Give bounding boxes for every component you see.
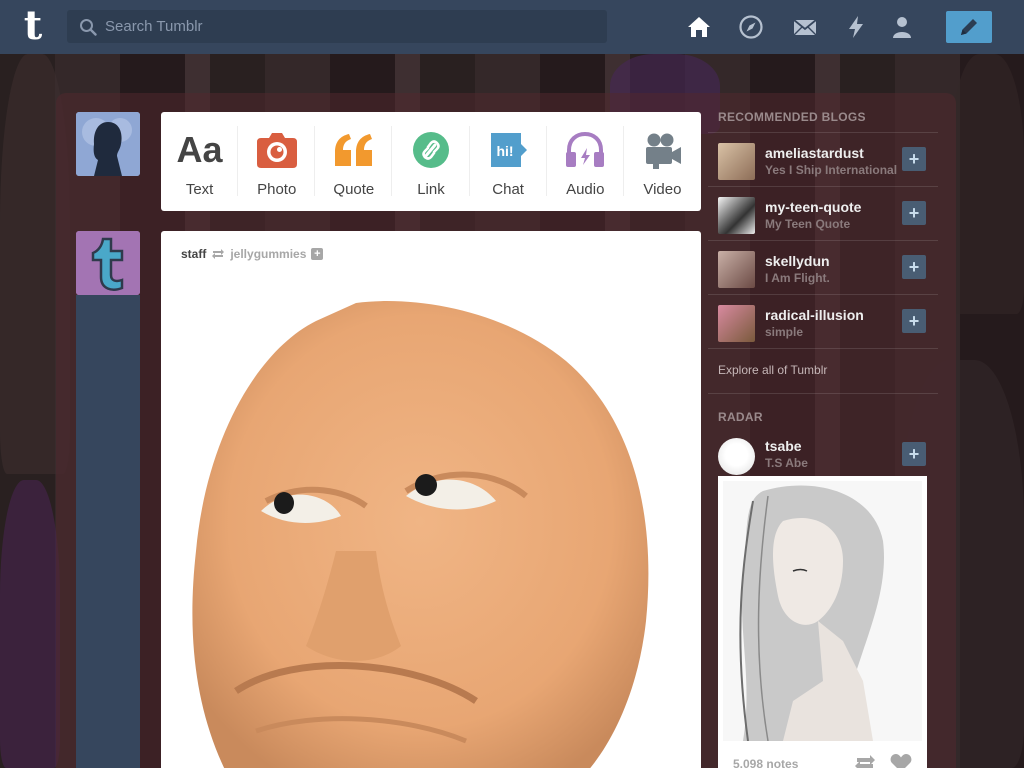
blog-title: My Teen Quote [765, 217, 851, 231]
home-icon[interactable] [686, 14, 712, 40]
blog-name[interactable]: radical-illusion [765, 307, 864, 323]
radar-heading: RADAR [718, 410, 763, 424]
recommended-blogs-heading: RECOMMENDED BLOGS [708, 98, 938, 133]
blog-avatar [718, 197, 755, 234]
post-type-video[interactable]: Video [624, 112, 701, 211]
activity-lightning-icon[interactable] [843, 14, 869, 40]
post-type-photo[interactable]: Photo [238, 112, 316, 211]
post-type-chat[interactable]: hi! Chat [470, 112, 547, 211]
post-type-label: Video [643, 181, 682, 198]
blog-title: Yes I Ship International [765, 163, 898, 177]
user-avatar[interactable] [76, 112, 140, 176]
blog-title: I Am Flight. [765, 271, 830, 285]
inbox-mail-icon[interactable] [792, 14, 818, 40]
post-type-link[interactable]: Link [392, 112, 470, 211]
post-type-label: Audio [566, 181, 605, 198]
radar-blog-row[interactable]: tsabe T.S Abe + [708, 432, 938, 480]
post-type-quote[interactable]: Quote [315, 112, 393, 211]
compose-post-button[interactable] [946, 11, 992, 43]
recommended-blog-row[interactable]: radical-illusion simple + [708, 295, 938, 349]
follow-button[interactable]: + [902, 201, 926, 225]
recommended-blog-row[interactable]: ameliastardust Yes I Ship International … [708, 133, 938, 187]
post-type-text[interactable]: Aa Text [161, 112, 239, 211]
headphones-icon [566, 131, 605, 167]
recommended-blog-row[interactable]: my-teen-quote My Teen Quote + [708, 187, 938, 241]
follow-button[interactable]: + [902, 255, 926, 279]
follow-button[interactable]: + [902, 442, 926, 466]
link-icon [412, 132, 449, 168]
follow-plus-icon[interactable]: + [311, 248, 324, 260]
blog-avatar [718, 143, 755, 180]
radar-post-card[interactable]: 5,098 notes [718, 476, 927, 768]
post-type-label: Quote [333, 181, 375, 198]
explore-all-link[interactable]: Explore all of Tumblr [708, 349, 938, 394]
pencil-icon [961, 19, 977, 35]
post-type-bar: Aa Text Photo Quote Link hi! Chat Audio … [161, 112, 701, 211]
silhouette-avatar-icon [76, 112, 140, 176]
blog-avatar [718, 438, 755, 475]
top-navigation-bar: t [0, 0, 1024, 54]
tumblr-logo[interactable]: t [16, 6, 50, 46]
follow-button[interactable]: + [902, 147, 926, 171]
blog-name[interactable]: my-teen-quote [765, 199, 861, 215]
svg-text:hi!: hi! [497, 143, 514, 159]
chat-icon: hi! [491, 133, 528, 167]
blog-name[interactable]: ameliastardust [765, 145, 864, 161]
post-author-link[interactable]: staff [181, 247, 206, 261]
post-type-label: Link [417, 181, 445, 198]
post-type-audio[interactable]: Audio [547, 112, 624, 211]
reblog-icon [212, 249, 225, 259]
blog-title: T.S Abe [765, 456, 808, 470]
text-icon: Aa [176, 129, 223, 170]
post-photo[interactable] [176, 291, 686, 768]
account-person-icon[interactable] [889, 14, 915, 40]
post-type-label: Chat [492, 181, 524, 198]
blog-title: simple [765, 325, 804, 339]
reblog-icon[interactable] [854, 754, 876, 768]
video-camera-icon [646, 133, 682, 169]
post-type-label: Photo [257, 181, 297, 198]
camera-icon [256, 133, 297, 168]
blog-avatar [718, 305, 755, 342]
dashboard-post: staff jellygummies + [161, 231, 701, 768]
recommended-blog-row[interactable]: skellydun I Am Flight. + [708, 241, 938, 295]
search-input[interactable] [105, 10, 600, 43]
right-sidebar: RECOMMENDED BLOGS ameliastardust Yes I S… [708, 98, 938, 480]
notes-count[interactable]: 5,098 notes [733, 757, 798, 768]
blog-name[interactable]: tsabe [765, 438, 802, 454]
blog-name[interactable]: skellydun [765, 253, 830, 269]
heart-like-icon[interactable] [890, 753, 912, 768]
post-type-label: Text [185, 181, 214, 198]
search-icon [80, 19, 97, 36]
radar-post-image[interactable] [723, 481, 922, 741]
tumblr-t-avatar-icon [76, 231, 140, 295]
quote-icon [334, 134, 372, 166]
post-header: staff jellygummies + [181, 247, 324, 261]
sticky-avatar-column [76, 295, 140, 768]
search-bar [67, 10, 607, 43]
reblogged-from-link[interactable]: jellygummies [230, 247, 306, 261]
follow-button[interactable]: + [902, 309, 926, 333]
explore-compass-icon[interactable] [738, 14, 764, 40]
blog-avatar [718, 251, 755, 288]
post-author-avatar[interactable] [76, 231, 140, 295]
